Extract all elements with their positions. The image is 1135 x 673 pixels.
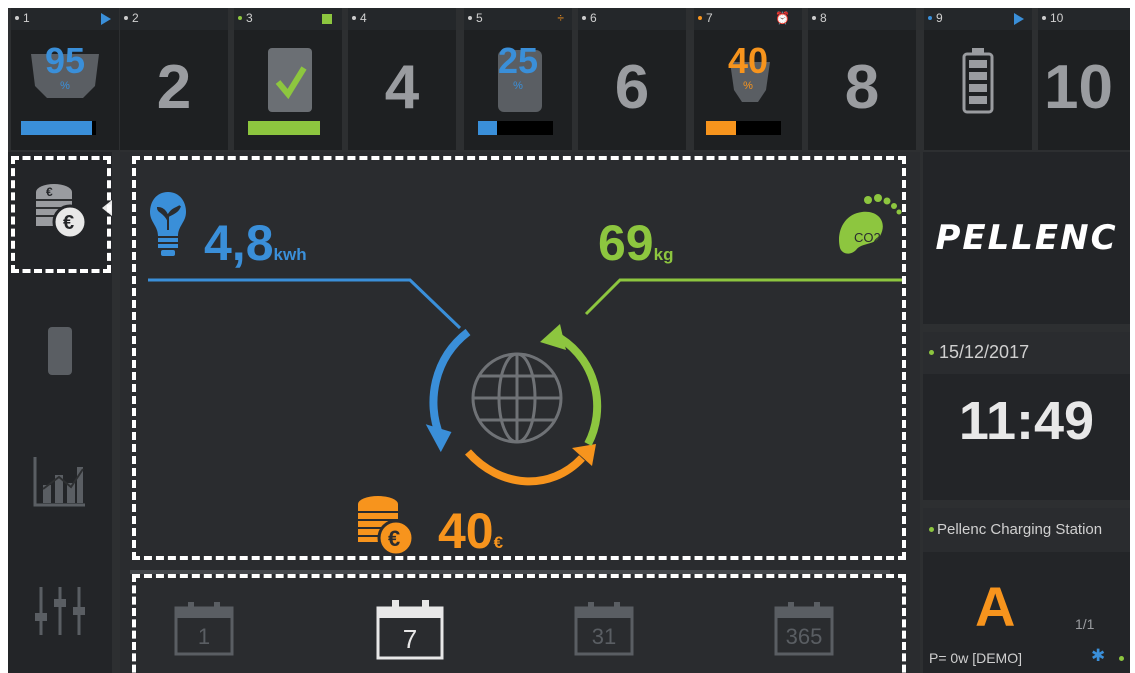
charge-bar [248,121,320,135]
time-text: 11:49 [958,391,1095,451]
date-text: 15/12/2017 [939,342,1030,362]
percent-sign: % [513,80,523,92]
sliders-icon [35,587,85,635]
slot-number: 9 [936,11,943,25]
brand-logo: PELLENC [935,218,1118,258]
slot-number: 4 [360,11,367,25]
slot-number: 5 [476,11,483,25]
nav-item-batteries[interactable] [8,292,112,410]
nav-item-settings[interactable] [8,552,112,670]
selection-frame [11,156,111,273]
slot-3[interactable]: 3 [234,8,342,150]
charge-bar [478,121,553,135]
alarm-icon: ⏰ [775,11,790,25]
period-frame [132,574,906,673]
percent-sign: % [743,80,753,92]
stats-frame [132,156,906,560]
slot-7[interactable]: 7 ⏰ 40 % [694,8,802,150]
slot-2[interactable]: 2 2 [120,8,228,150]
slot-empty-number: 8 [844,53,880,122]
brand-panel: PELLENC [923,152,1130,324]
slot-empty-number: 2 [156,53,192,122]
slot-number: 3 [246,11,253,25]
slot-empty-number: 10 [1044,53,1113,122]
slot-10[interactable]: 10 10 [1038,8,1130,150]
slot-number: 10 [1050,11,1064,25]
slot-percent: 40 [727,40,769,81]
datetime-panel: 15/12/2017 11:49 [923,332,1130,500]
charge-bar [706,121,781,135]
right-column: PELLENC 15/12/2017 11:49 Pellenc Chargin… [923,152,1130,673]
station-name: Pellenc Charging Station [937,521,1103,538]
slot-empty-number: 4 [384,53,420,122]
slot-number: 2 [132,11,139,25]
station-page: 1/1 [1075,616,1095,632]
charge-bar [21,121,96,135]
chart-icon [33,457,85,507]
slot-empty-number: 6 [614,53,650,122]
bluetooth-icon: ✱ [1091,646,1106,665]
station-letter: A [975,575,1016,638]
battery-icon [962,48,994,114]
nav-item-statistics[interactable] [8,422,112,540]
slot-6[interactable]: 6 6 [578,8,686,150]
slot-number: 1 [23,11,30,25]
slot-number: 8 [820,11,827,25]
slot-1[interactable]: 1 95 % [11,8,119,150]
slot-8[interactable]: 8 8 [808,8,916,150]
stop-icon [322,14,332,24]
slot-number: 7 [706,11,713,25]
slot-4[interactable]: 4 4 [348,8,456,150]
slot-percent: 95 [44,40,86,81]
battery-pellenc-icon [48,327,72,375]
slot-percent: 25 [497,40,539,81]
play-icon [101,13,111,25]
screen: 1 95 % 2 2 3 4 4 5 ÷ 25 % 6 6 7 ⏰ 40 % 8… [8,8,1130,673]
slot-number: 6 [590,11,597,25]
percent-sign: % [60,80,70,92]
play-icon [1014,13,1024,25]
slot-5[interactable]: 5 ÷ 25 % [464,8,572,150]
station-power: P= 0w [DEMO] [929,650,1022,666]
station-panel[interactable]: Pellenc Charging Station A 1/1 P= 0w [DE… [923,508,1130,673]
battery-charged-icon [268,48,312,112]
divide-icon: ÷ [557,11,564,25]
slot-9[interactable]: 9 [924,8,1032,150]
